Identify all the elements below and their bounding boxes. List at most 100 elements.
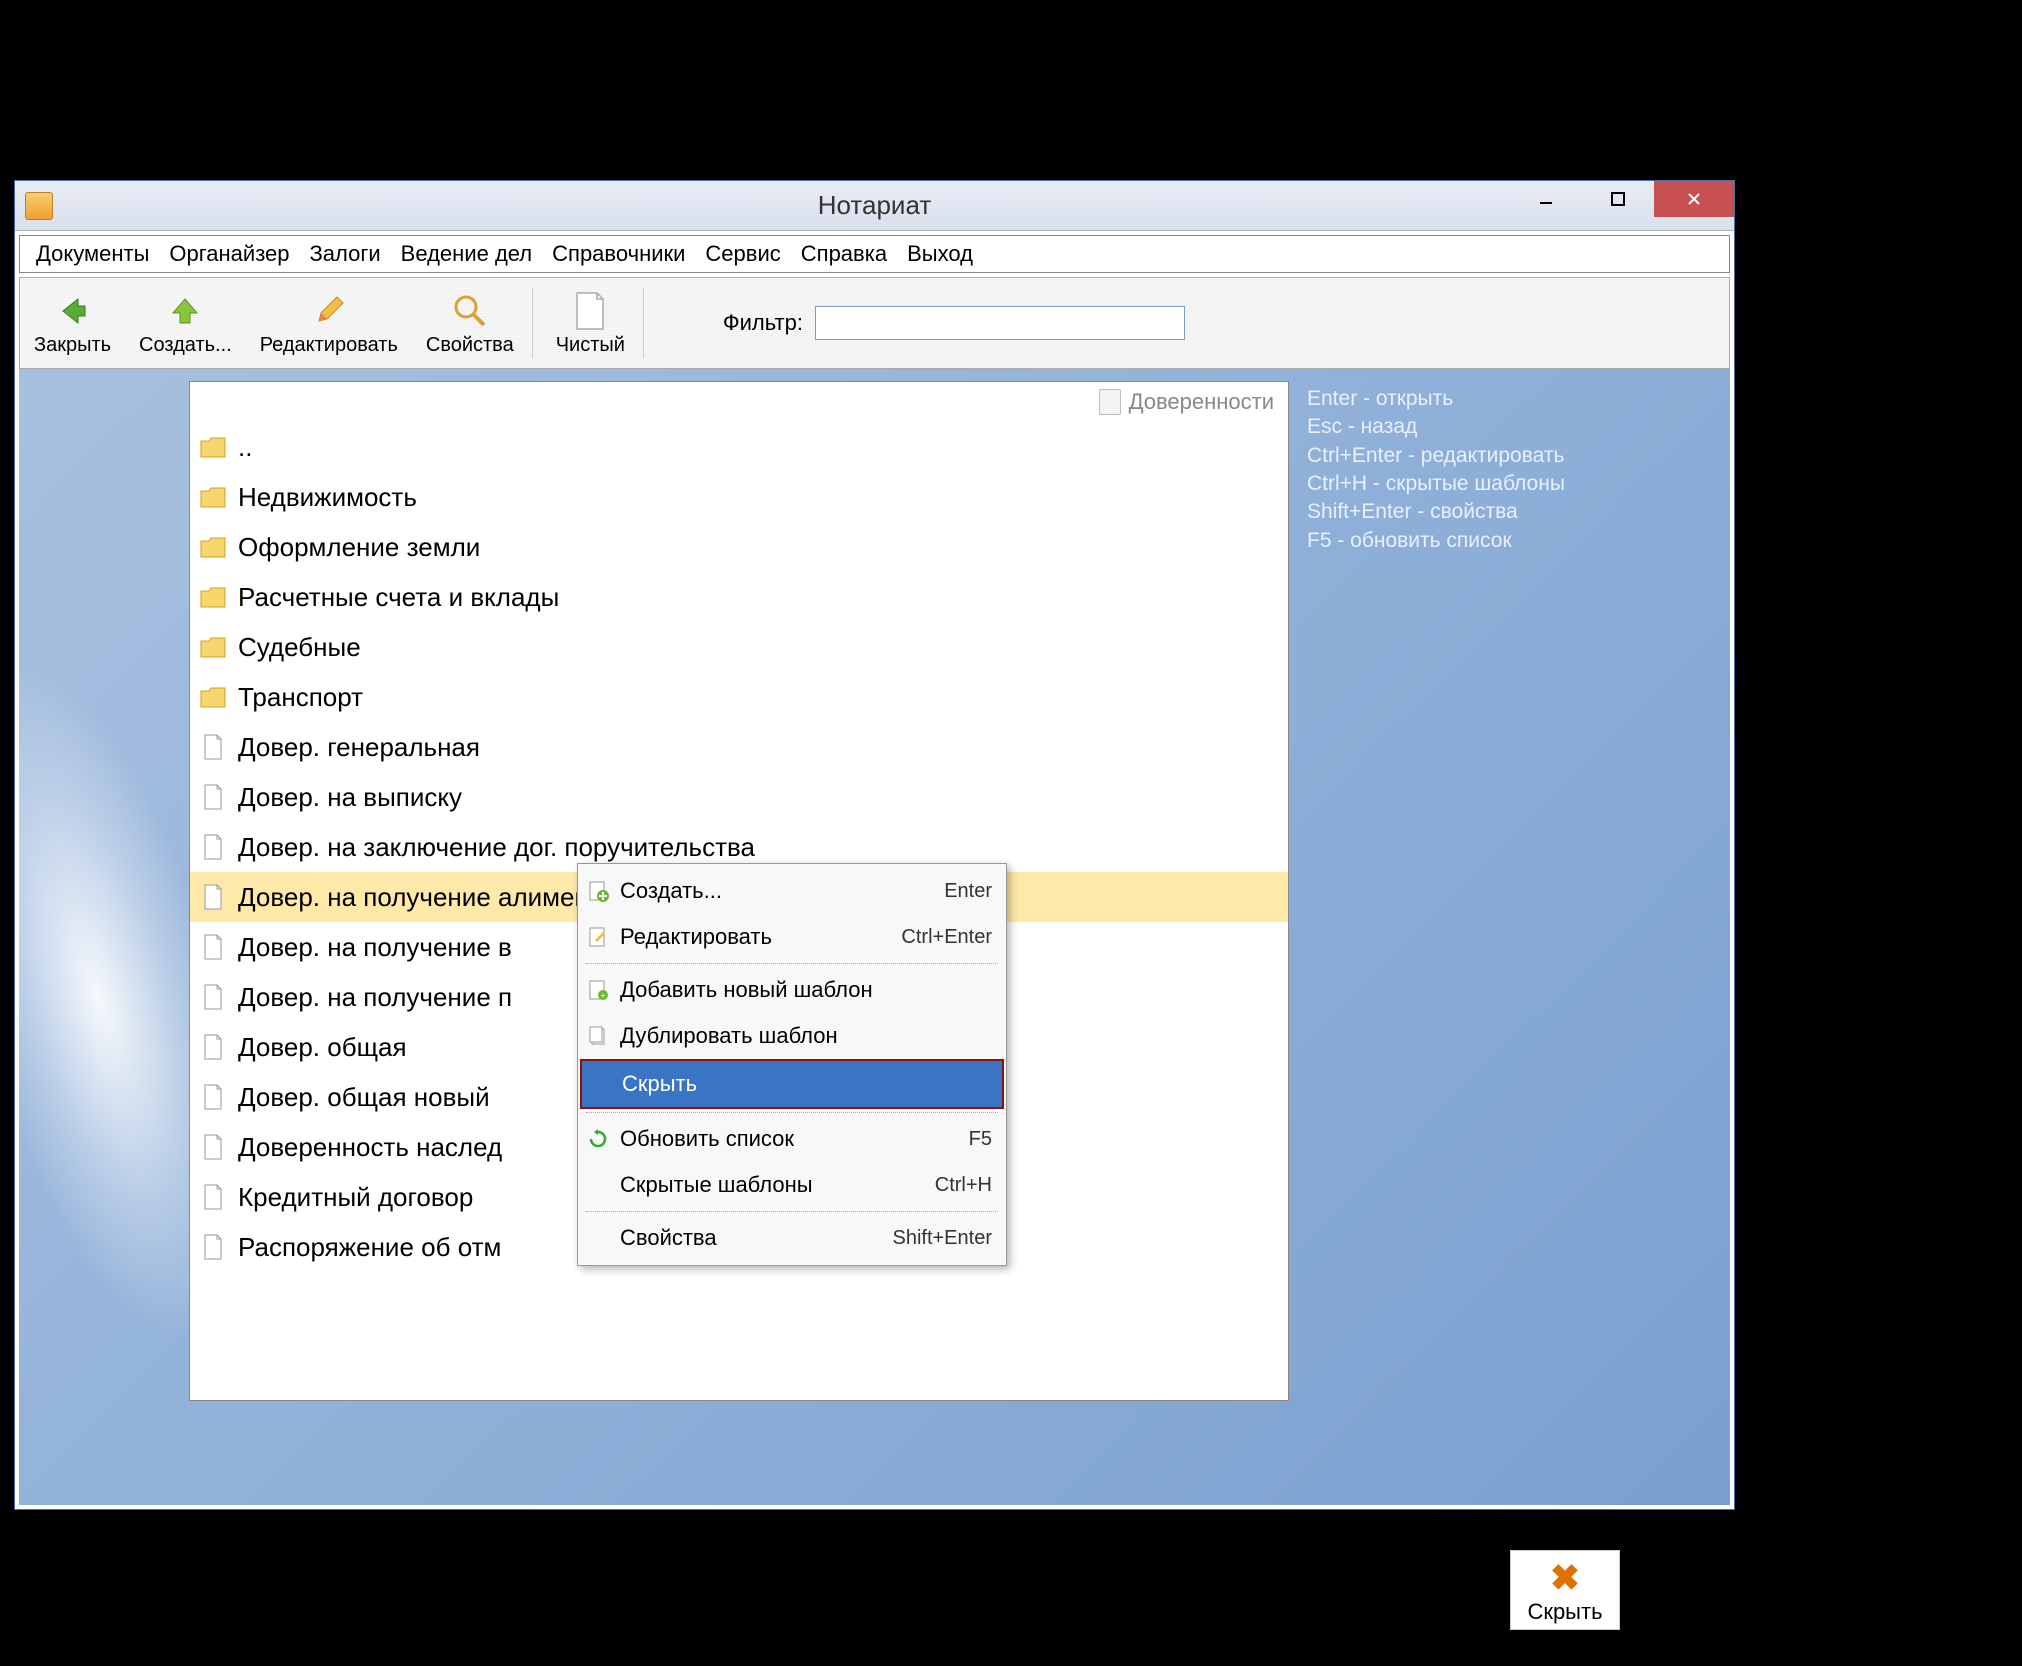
folder-icon	[198, 682, 228, 712]
hint-line: Esc - назад	[1307, 413, 1565, 441]
menu-service[interactable]: Сервис	[695, 237, 790, 271]
ctx-refresh[interactable]: Обновить список F5	[580, 1116, 1004, 1162]
list-row-label: Довер. на получение п	[238, 982, 512, 1013]
ctx-shortcut: F5	[969, 1128, 992, 1151]
duplicate-doc-icon	[584, 1022, 612, 1050]
list-row-doc[interactable]: Довер. генеральная	[190, 722, 1288, 772]
ctx-separator	[586, 1112, 998, 1113]
close-tool-label: Закрыть	[34, 334, 111, 357]
window-title: Нотариат	[818, 190, 932, 221]
ctx-label: Обновить список	[620, 1126, 961, 1152]
ctx-separator	[586, 1211, 998, 1212]
list-row-folder[interactable]: Транспорт	[190, 672, 1288, 722]
ctx-label: Редактировать	[620, 924, 893, 950]
hide-tooltip-button[interactable]: ✖ Скрыть	[1510, 1550, 1620, 1630]
close-button[interactable]	[1654, 181, 1734, 217]
filter-area: Фильтр:	[723, 306, 1185, 340]
doc-icon	[198, 732, 228, 762]
arrow-up-icon	[164, 290, 206, 332]
clean-tool-button[interactable]: Чистый	[542, 278, 639, 368]
hint-line: Shift+Enter - свойства	[1307, 498, 1565, 526]
list-row-label: ..	[238, 432, 252, 463]
list-row-label: Транспорт	[238, 682, 363, 713]
hint-line: Ctrl+Enter - редактировать	[1307, 442, 1565, 470]
app-window: Нотариат Документы Органайзер Залоги Вед…	[14, 180, 1735, 1510]
filter-input[interactable]	[815, 306, 1185, 340]
folder-icon	[198, 532, 228, 562]
close-tool-button[interactable]: Закрыть	[20, 278, 125, 368]
ctx-add-template[interactable]: + Добавить новый шаблон	[580, 967, 1004, 1013]
doc-icon	[198, 1082, 228, 1112]
list-row-label: Довер. общая новый	[238, 1082, 490, 1113]
keyboard-hints: Enter - открыть Esc - назад Ctrl+Enter -…	[1307, 385, 1565, 555]
list-row-label: Довер. общая	[238, 1032, 407, 1063]
ctx-edit[interactable]: Редактировать Ctrl+Enter	[580, 914, 1004, 960]
ctx-shortcut: Ctrl+H	[935, 1174, 992, 1197]
list-row-folder[interactable]: Расчетные счета и вклады	[190, 572, 1288, 622]
toolbar: Закрыть Создать... Редактировать Свойств…	[19, 277, 1730, 369]
ctx-properties[interactable]: Свойства Shift+Enter	[580, 1215, 1004, 1261]
filter-label: Фильтр:	[723, 310, 803, 336]
doc-icon	[198, 1032, 228, 1062]
toolbar-separator-2	[643, 288, 649, 358]
breadcrumb-label: Доверенности	[1129, 389, 1274, 415]
doc-icon	[198, 1182, 228, 1212]
content-area: Доверенности .. Недвижимость Оформление …	[19, 369, 1730, 1505]
ctx-label: Добавить новый шаблон	[620, 977, 984, 1003]
svg-text:+: +	[601, 991, 606, 1000]
edit-tool-button[interactable]: Редактировать	[246, 278, 412, 368]
edit-tool-label: Редактировать	[260, 334, 398, 357]
x-icon: ✖	[1550, 1557, 1580, 1599]
properties-tool-label: Свойства	[426, 334, 514, 357]
menu-pledges[interactable]: Залоги	[300, 237, 391, 271]
list-row-label: Довер. на получение алиментов	[238, 882, 629, 913]
list-row-label: Оформление земли	[238, 532, 480, 563]
doc-icon	[198, 832, 228, 862]
hint-line: F5 - обновить список	[1307, 527, 1565, 555]
ctx-hidden-templates[interactable]: Скрытые шаблоны Ctrl+H	[580, 1162, 1004, 1208]
doc-icon	[198, 1132, 228, 1162]
doc-icon	[198, 782, 228, 812]
menu-help[interactable]: Справка	[791, 237, 897, 271]
maximize-icon	[1610, 191, 1626, 207]
menu-documents[interactable]: Документы	[26, 237, 159, 271]
create-tool-label: Создать...	[139, 334, 232, 357]
context-menu: Создать... Enter Редактировать Ctrl+Ente…	[577, 863, 1007, 1266]
list-row-up[interactable]: ..	[190, 422, 1288, 472]
minimize-button[interactable]	[1510, 181, 1582, 217]
app-icon	[25, 192, 53, 220]
list-row-folder[interactable]: Оформление земли	[190, 522, 1288, 572]
properties-tool-button[interactable]: Свойства	[412, 278, 528, 368]
plus-icon	[584, 877, 612, 905]
toolbar-separator	[532, 288, 538, 358]
folder-icon	[198, 632, 228, 662]
ctx-label: Дублировать шаблон	[620, 1023, 984, 1049]
ctx-duplicate-template[interactable]: Дублировать шаблон	[580, 1013, 1004, 1059]
ctx-separator	[586, 963, 998, 964]
doc-icon	[1099, 389, 1121, 415]
list-row-doc[interactable]: Довер. на выписку	[190, 772, 1288, 822]
doc-icon	[198, 1232, 228, 1262]
list-row-label: Доверенность наслед	[238, 1132, 502, 1163]
ctx-shortcut: Shift+Enter	[892, 1227, 992, 1250]
doc-icon	[198, 932, 228, 962]
menu-cases[interactable]: Ведение дел	[391, 237, 542, 271]
maximize-button[interactable]	[1582, 181, 1654, 217]
menu-exit[interactable]: Выход	[897, 237, 983, 271]
list-row-label: Довер. на заключение дог. поручительства	[238, 832, 755, 863]
list-row-folder[interactable]: Недвижимость	[190, 472, 1288, 522]
ctx-label: Скрыть	[622, 1071, 982, 1097]
ctx-hide[interactable]: Скрыть	[580, 1059, 1004, 1109]
close-icon	[1686, 191, 1702, 207]
folder-up-icon	[198, 432, 228, 462]
create-tool-button[interactable]: Создать...	[125, 278, 246, 368]
menu-references[interactable]: Справочники	[542, 237, 695, 271]
menu-organizer[interactable]: Органайзер	[159, 237, 299, 271]
list-row-label: Судебные	[238, 632, 361, 663]
add-doc-icon: +	[584, 976, 612, 1004]
arrow-left-icon	[52, 290, 94, 332]
ctx-label: Создать...	[620, 878, 936, 904]
list-row-folder[interactable]: Судебные	[190, 622, 1288, 672]
list-row-label: Довер. генеральная	[238, 732, 480, 763]
ctx-create[interactable]: Создать... Enter	[580, 868, 1004, 914]
